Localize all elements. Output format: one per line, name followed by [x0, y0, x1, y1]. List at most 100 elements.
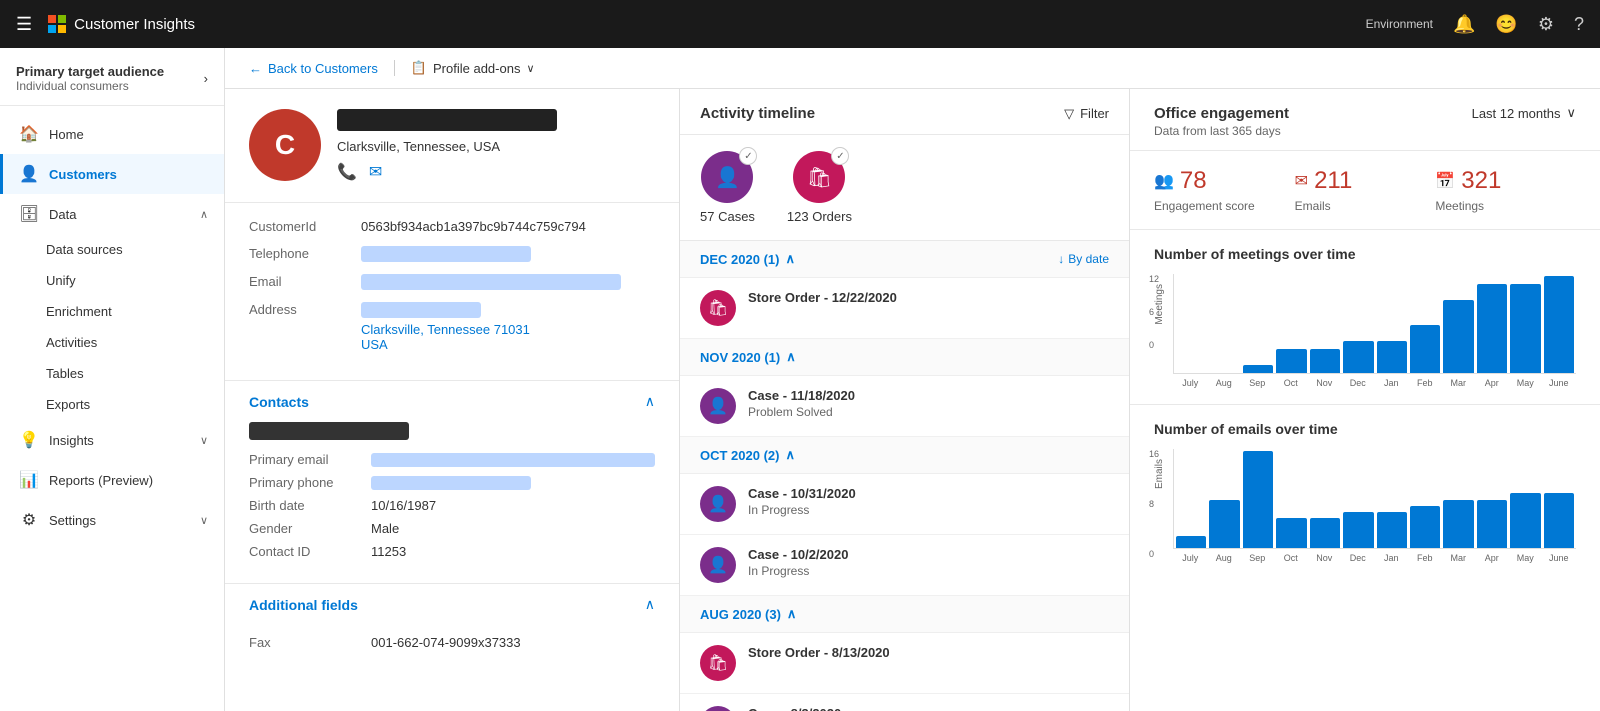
emails-bar [1276, 518, 1306, 548]
back-to-customers-link[interactable]: ← Back to Customers [249, 61, 378, 76]
timeline-item-title: Store Order - 8/13/2020 [748, 645, 1109, 660]
activity-timeline-panel: Activity timeline ▽ Filter 👤 ✓ 57 Cases [680, 89, 1130, 711]
timeline-item[interactable]: 👤 Case - 8/3/2020 Cancelled [680, 694, 1129, 711]
meetings-y-label: Meetings [1154, 284, 1165, 325]
profile-addons-button[interactable]: 📋 Profile add-ons ∨ [394, 60, 535, 76]
additional-fields-label: Additional fields [249, 597, 358, 613]
sidebar-item-activities[interactable]: Activities [0, 327, 224, 358]
dec2020-label: DEC 2020 (1) ∧ [700, 251, 795, 267]
sidebar-item-unify[interactable]: Unify [0, 265, 224, 296]
sidebar-customers-label: Customers [49, 167, 117, 182]
emails-x-label: Jan [1376, 553, 1407, 563]
primary-phone-row: Primary phone [249, 475, 655, 490]
customer-location: Clarksville, Tennessee, USA [337, 139, 655, 154]
case-icon-circle: 👤 [700, 388, 736, 424]
by-date-button[interactable]: ↓ By date [1058, 252, 1109, 266]
phone-icon[interactable]: 📞 [337, 162, 357, 182]
emails-chart-section: Number of emails over time Emails 16 8 0… [1130, 405, 1600, 579]
customerid-value: 0563bf934acb1a397bc9b744c759c794 [361, 219, 655, 234]
order-icon: 🛍 [807, 165, 832, 190]
contacts-section-header[interactable]: Contacts ∧ [225, 381, 679, 422]
birth-date-row: Birth date 10/16/1987 [249, 498, 655, 513]
emails-x-label: July [1175, 553, 1206, 563]
emails-bar [1343, 512, 1373, 548]
sidebar-item-customers[interactable]: 👤 Customers [0, 154, 224, 194]
notifications-icon[interactable]: 🔔 [1453, 14, 1475, 35]
email-icon[interactable]: ✉ [369, 162, 382, 182]
emails-x-label: Mar [1443, 553, 1474, 563]
timeline-item-content: Case - 10/31/2020 In Progress [748, 486, 1109, 517]
timeline-item[interactable]: 🛍 Store Order - 8/13/2020 [680, 633, 1129, 694]
score-number: 78 [1180, 167, 1207, 195]
contacts-section: Primary email Primary phone Birth date 1… [225, 422, 679, 584]
primary-email-row: Primary email [249, 452, 655, 467]
settings-icon[interactable]: ⚙ [1538, 14, 1554, 35]
timeline-item-subtitle: Problem Solved [748, 405, 1109, 419]
telephone-label: Telephone [249, 246, 349, 261]
user-icon[interactable]: 😊 [1495, 14, 1517, 35]
address-line2[interactable]: USA [361, 337, 655, 352]
hamburger-icon[interactable]: ☰ [16, 14, 32, 35]
meetings-value-display: 📅 321 [1435, 167, 1576, 195]
emails-bar [1176, 536, 1206, 548]
orders-icon-item[interactable]: 🛍 ✓ 123 Orders [787, 151, 852, 224]
meetings-x-labels: JulyAugSepOctNovDecJanFebMarAprMayJune [1173, 374, 1576, 388]
score-icon: 👥 [1154, 171, 1174, 191]
contact-id-value: 11253 [371, 544, 406, 559]
last-months-dropdown[interactable]: Last 12 months ∨ [1472, 105, 1576, 121]
timeline-month-nov2020[interactable]: NOV 2020 (1) ∧ [680, 339, 1129, 376]
timeline-item-title: Case - 10/2/2020 [748, 547, 1109, 562]
meetings-bar [1310, 349, 1340, 373]
period-chevron-icon: ∨ [1566, 105, 1576, 121]
emails-value-display: ✉ 211 [1295, 167, 1436, 195]
contact-name [249, 422, 409, 440]
address-line1[interactable]: Clarksville, Tennessee 71031 [361, 322, 655, 337]
sidebar-item-exports[interactable]: Exports [0, 389, 224, 420]
cases-icon-item[interactable]: 👤 ✓ 57 Cases [700, 151, 755, 224]
timeline-month-oct2020[interactable]: OCT 2020 (2) ∧ [680, 437, 1129, 474]
timeline-item-content: Case - 11/18/2020 Problem Solved [748, 388, 1109, 419]
timeline-month-dec2020[interactable]: DEC 2020 (1) ∧ ↓ By date [680, 241, 1129, 278]
filter-button[interactable]: ▽ Filter [1064, 106, 1109, 122]
timeline-month-aug2020[interactable]: AUG 2020 (3) ∧ [680, 596, 1129, 633]
engagement-header-left: Office engagement Data from last 365 day… [1154, 105, 1289, 138]
audience-chevron-icon: › [204, 71, 208, 86]
meetings-bar [1276, 349, 1306, 373]
meetings-bar [1477, 284, 1507, 373]
sidebar-item-settings[interactable]: ⚙ Settings ∨ [0, 500, 224, 540]
case-icon-circle: 👤 [700, 486, 736, 522]
emails-number: 211 [1314, 167, 1352, 195]
meetings-label: Meetings [1435, 199, 1576, 213]
sidebar-item-data-sources[interactable]: Data sources [0, 234, 224, 265]
timeline-item[interactable]: 👤 Case - 11/18/2020 Problem Solved [680, 376, 1129, 437]
filter-icon: ▽ [1064, 106, 1074, 122]
score-label: Engagement score [1154, 199, 1295, 213]
sidebar-item-tables[interactable]: Tables [0, 358, 224, 389]
emails-stat: ✉ 211 Emails [1295, 167, 1436, 213]
timeline-item[interactable]: 👤 Case - 10/31/2020 In Progress [680, 474, 1129, 535]
dec-chevron-icon: ∧ [785, 251, 795, 267]
emails-bar [1209, 500, 1239, 549]
help-icon[interactable]: ? [1574, 14, 1584, 35]
emails-bar [1310, 518, 1340, 548]
engagement-score-stat: 👥 78 Engagement score [1154, 167, 1295, 213]
sidebar: Primary target audience Individual consu… [0, 48, 225, 711]
emails-bar [1443, 500, 1473, 549]
environment-label: Environment [1366, 17, 1433, 31]
customer-id-row: CustomerId 0563bf934acb1a397bc9b744c759c… [249, 219, 655, 234]
timeline-item[interactable]: 🛍 Store Order - 12/22/2020 [680, 278, 1129, 339]
sidebar-item-home[interactable]: 🏠 Home [0, 114, 224, 154]
customer-header: C Clarksville, Tennessee, USA 📞 ✉ [225, 89, 679, 203]
timeline-item[interactable]: 👤 Case - 10/2/2020 In Progress [680, 535, 1129, 596]
additional-fields-section-header[interactable]: Additional fields ∧ [225, 584, 679, 625]
sidebar-item-reports[interactable]: 📊 Reports (Preview) [0, 460, 224, 500]
timeline-item-content: Case - 8/3/2020 Cancelled [748, 706, 1109, 711]
primary-email-label: Primary email [249, 452, 359, 467]
activity-icons: 👤 ✓ 57 Cases 🛍 ✓ 123 Orders [680, 135, 1129, 241]
sidebar-item-enrichment[interactable]: Enrichment [0, 296, 224, 327]
sidebar-item-data[interactable]: 🗄 Data ∧ [0, 194, 224, 234]
customer-actions: 📞 ✉ [337, 162, 655, 182]
timeline-group-nov2020: NOV 2020 (1) ∧ 👤 Case - 11/18/2020 Probl… [680, 339, 1129, 437]
sidebar-audience-toggle[interactable]: Primary target audience Individual consu… [0, 48, 224, 106]
sidebar-item-insights[interactable]: 💡 Insights ∨ [0, 420, 224, 460]
